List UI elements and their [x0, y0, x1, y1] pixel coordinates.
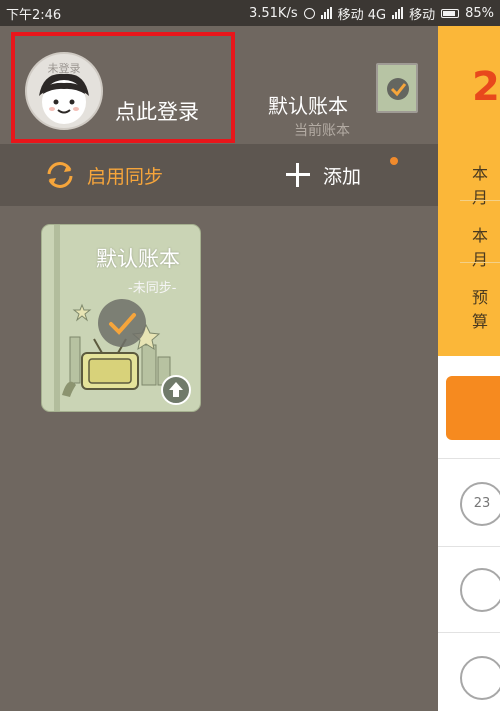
- list-divider: [438, 546, 500, 547]
- carrier-1: 移动 4G: [337, 7, 387, 23]
- sync-icon: [47, 162, 73, 188]
- sync-toolbar: 启用同步 添加: [0, 144, 438, 206]
- battery-icon: [441, 8, 460, 18]
- calendar-day: 23: [473, 496, 491, 511]
- new-indicator-dot: [390, 157, 398, 165]
- calendar-icon[interactable]: 23: [460, 482, 500, 526]
- book-card-check-icon: [98, 299, 146, 347]
- current-book-sub: 当前账本: [294, 123, 350, 139]
- signal-icon-2: [392, 7, 404, 19]
- list-divider: [438, 632, 500, 633]
- enable-sync-label: 启用同步: [87, 165, 164, 188]
- upload-arrow-icon: [169, 382, 183, 397]
- status-time: 下午2:46: [6, 7, 62, 23]
- check-icon: [387, 78, 409, 100]
- summary-divider: [460, 200, 500, 201]
- avatar[interactable]: 未登录: [25, 52, 103, 130]
- main-screen-peek[interactable]: 2 本月 本月 预算 23: [438, 26, 500, 711]
- category-icon[interactable]: [460, 568, 500, 612]
- signal-icon: [320, 7, 332, 19]
- check-icon: [109, 313, 136, 335]
- book-card[interactable]: 默认账本 -未同步-: [41, 224, 201, 412]
- avatar-face-icon: [39, 73, 89, 124]
- plus-icon: [286, 163, 310, 187]
- enable-sync-button[interactable]: 启用同步: [43, 160, 163, 190]
- summary-header: 2 本月 本月 预算: [438, 26, 500, 356]
- network-speed: 3.51K/s: [248, 5, 298, 21]
- upload-icon[interactable]: [161, 375, 191, 405]
- list-divider: [438, 458, 500, 459]
- side-drawer: 未登录 点此登录 默认账本 当前账本 启用同步 添加 默认账本 -未同步-: [0, 26, 438, 711]
- status-bar: 下午2:46 3.51K/s 移动 4G 移动 85%: [0, 0, 500, 26]
- book-card-title: 默认账本: [96, 247, 180, 271]
- summary-big-number: 2: [472, 64, 500, 110]
- carrier-2: 移动: [409, 7, 436, 23]
- summary-row-3: 预算: [472, 288, 489, 331]
- battery-level: 85%: [465, 5, 494, 21]
- summary-divider: [460, 262, 500, 263]
- current-book-name[interactable]: 默认账本: [268, 90, 348, 119]
- current-book-thumbnail[interactable]: [376, 63, 418, 113]
- category-icon-2[interactable]: [460, 656, 500, 700]
- alarm-icon: [303, 7, 315, 19]
- add-book-label: 添加: [323, 165, 362, 188]
- status-right: 3.51K/s 移动 4G 移动 85%: [249, 4, 494, 23]
- add-book-button[interactable]: 添加: [283, 160, 361, 190]
- book-card-sync-status: -未同步-: [128, 281, 177, 296]
- record-button[interactable]: [446, 376, 500, 440]
- login-button[interactable]: 点此登录: [115, 96, 199, 126]
- drawer-header: 未登录 点此登录 默认账本 当前账本: [0, 26, 438, 144]
